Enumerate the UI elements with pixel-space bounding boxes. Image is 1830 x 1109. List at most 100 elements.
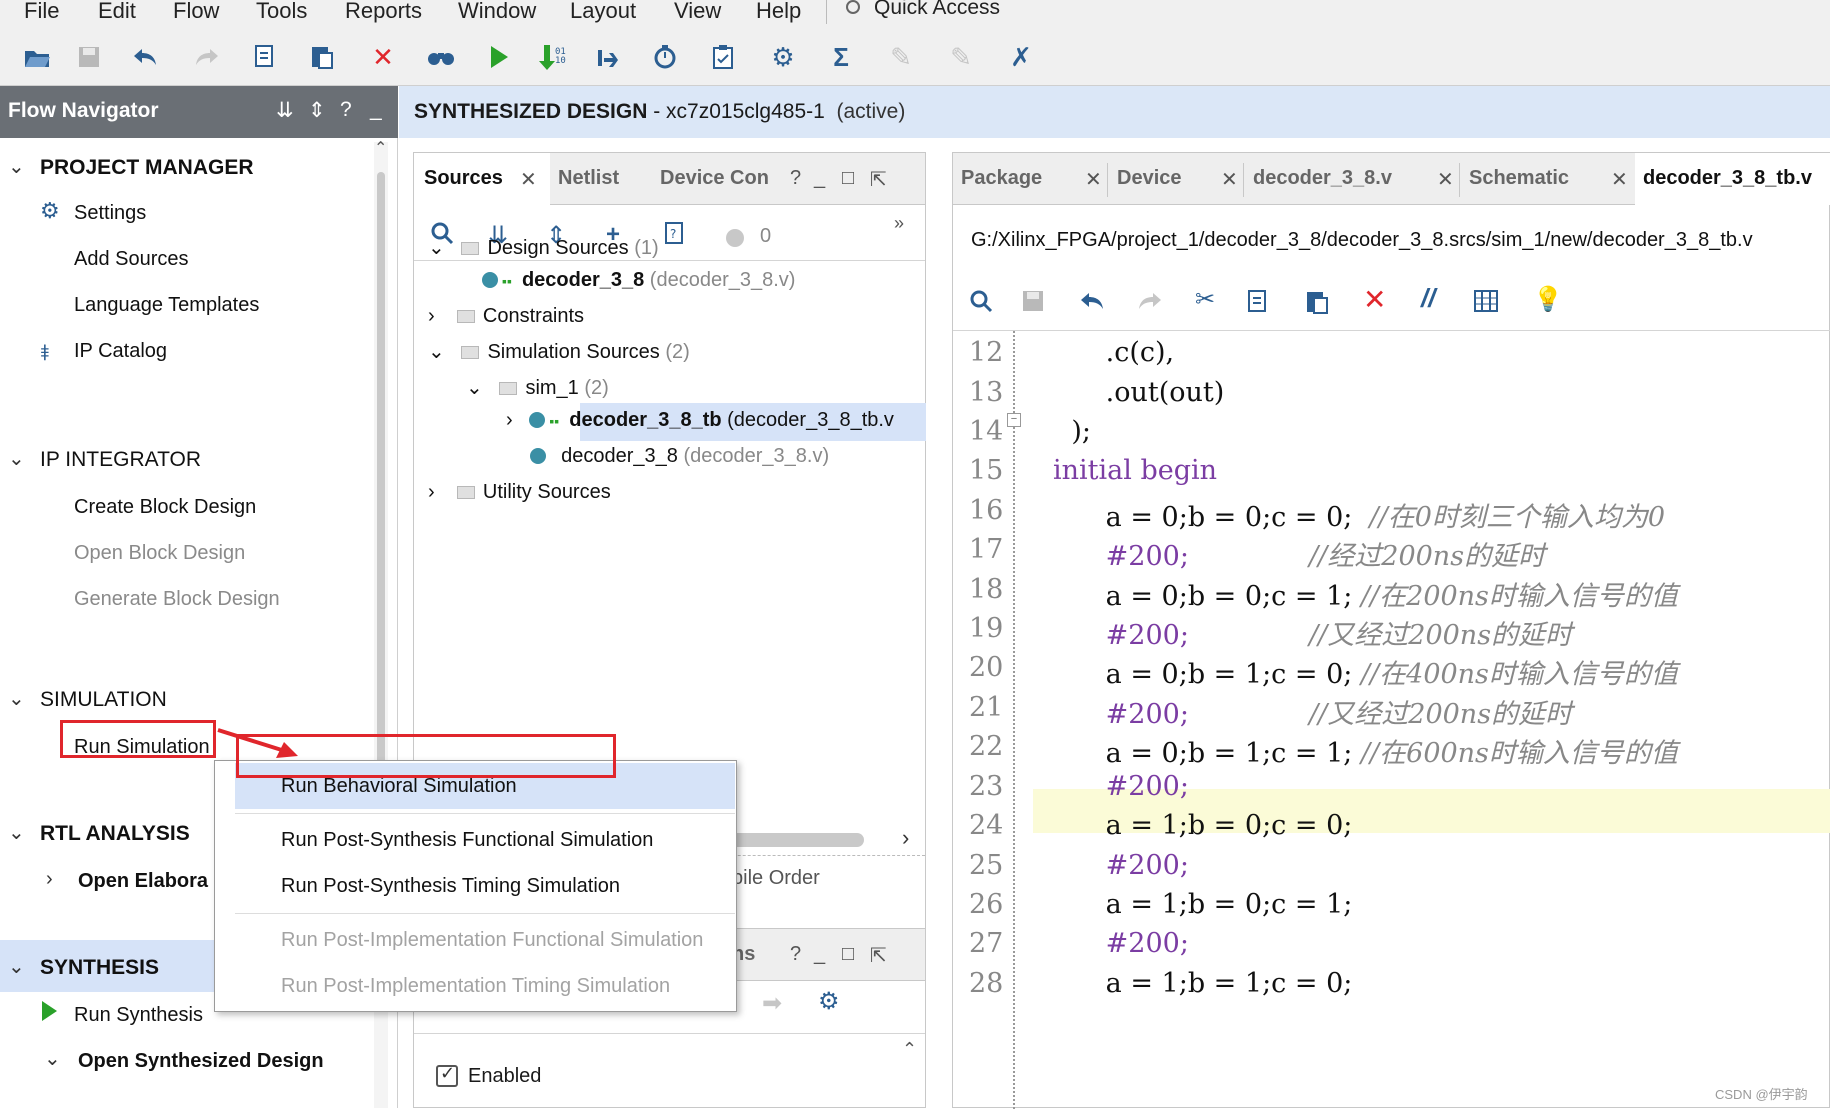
section-rtl-analysis[interactable]: RTL ANALYSIS [40, 822, 190, 846]
minimize-icon[interactable]: _ [814, 167, 825, 190]
chevron-down-icon[interactable]: ⌄ [8, 820, 25, 845]
quick-access-input[interactable]: Quick Access [840, 0, 1096, 28]
tree-row-testbench[interactable]: › ▪▪ decoder_3_8_tb (decoder_3_8_tb.v [506, 409, 894, 432]
chevron-up-icon[interactable]: ⌃ [374, 138, 387, 158]
nav-run-synthesis[interactable]: Run Synthesis [74, 1004, 203, 1027]
nav-create-block-design[interactable]: Create Block Design [74, 496, 256, 519]
disabled-tool-icon[interactable]: ✎ [884, 40, 918, 74]
close-icon[interactable]: ✕ [1221, 167, 1238, 192]
chevron-right-icon[interactable]: › [506, 409, 513, 431]
paste-icon[interactable] [1305, 289, 1329, 320]
nav-settings[interactable]: Settings [74, 202, 146, 225]
overflow-icon[interactable]: » [894, 213, 904, 234]
menu-file[interactable]: File [24, 0, 59, 24]
columns-icon[interactable] [1473, 289, 1499, 318]
menu-run-post-synth-timing[interactable]: Run Post-Synthesis Timing Simulation [281, 875, 620, 898]
close-icon[interactable]: ✕ [520, 167, 537, 192]
chevron-down-icon[interactable]: ⌄ [466, 377, 483, 399]
nav-add-sources[interactable]: Add Sources [74, 248, 189, 271]
chevron-right-icon[interactable]: › [428, 305, 435, 327]
cut-icon[interactable]: ✂ [1195, 285, 1215, 314]
debug-icon[interactable]: ✗ [1004, 40, 1038, 74]
menu-edit[interactable]: Edit [98, 0, 136, 24]
tree-row-design-sources[interactable]: ⌄ Design Sources (1) [428, 235, 659, 260]
section-synthesis[interactable]: SYNTHESIS [40, 956, 159, 980]
nav-open-elaborated[interactable]: Open Elabora [78, 870, 208, 893]
undo-icon[interactable] [128, 40, 162, 74]
tab-device-constraints[interactable]: Device Con [660, 153, 780, 205]
menu-reports[interactable]: Reports [345, 0, 422, 24]
menu-view[interactable]: View [674, 0, 721, 24]
tree-row-decoder-top[interactable]: ▪▪ decoder_3_8 (decoder_3_8.v) [482, 269, 795, 292]
nav-ip-catalog[interactable]: IP Catalog [74, 340, 167, 363]
menu-layout[interactable]: Layout [570, 0, 636, 24]
settings-icon[interactable]: ⚙ [818, 987, 840, 1016]
fold-icon[interactable]: − [1007, 413, 1021, 427]
chevron-down-icon[interactable]: ⌄ [8, 686, 25, 711]
section-simulation[interactable]: SIMULATION [40, 688, 167, 712]
help-icon[interactable]: ? [790, 943, 801, 966]
help-icon[interactable]: ? [790, 167, 801, 190]
menu-run-behavioral-simulation[interactable]: Run Behavioral Simulation [281, 775, 517, 798]
save-icon[interactable] [72, 40, 106, 74]
menu-flow[interactable]: Flow [173, 0, 219, 24]
expand-icon[interactable]: ⇕ [308, 98, 326, 123]
copy-icon[interactable] [248, 40, 282, 74]
undo-icon[interactable] [1079, 291, 1105, 316]
delete-icon[interactable]: ✕ [366, 40, 400, 74]
float-icon[interactable]: ⇱ [870, 943, 887, 968]
maximize-icon[interactable]: □ [842, 943, 854, 966]
run-icon[interactable] [482, 40, 516, 74]
tab-netlist[interactable]: Netlist [558, 153, 648, 205]
chevron-down-icon[interactable]: ⌄ [8, 954, 25, 979]
menu-help[interactable]: Help [756, 0, 801, 24]
tree-row-utility-sources[interactable]: › Utility Sources [428, 481, 611, 504]
find-icon[interactable] [424, 40, 458, 74]
tab-schematic[interactable]: Schematic [1469, 153, 1599, 205]
lightbulb-icon[interactable]: 💡 [1533, 285, 1563, 314]
chevron-down-icon[interactable]: ⌄ [428, 237, 445, 259]
close-icon[interactable]: ✕ [1611, 167, 1628, 192]
chevron-right-icon[interactable]: › [428, 481, 435, 503]
nav-open-synthesized[interactable]: Open Synthesized Design [78, 1050, 324, 1073]
section-project-manager[interactable]: PROJECT MANAGER [40, 156, 254, 180]
float-icon[interactable]: ⇱ [870, 167, 887, 192]
forward-icon[interactable]: ➡ [762, 989, 782, 1018]
paste-icon[interactable] [305, 40, 339, 74]
settings-icon[interactable]: ⚙ [766, 40, 800, 74]
chevron-up-icon[interactable]: ⌃ [902, 1039, 917, 1060]
collapse-all-icon[interactable]: ⇊ [276, 98, 294, 123]
chevron-down-icon[interactable]: ⌄ [44, 1046, 61, 1071]
nav-language-templates[interactable]: Language Templates [74, 294, 259, 317]
maximize-icon[interactable]: □ [842, 167, 854, 190]
report-icon[interactable] [706, 40, 740, 74]
sum-icon[interactable]: Σ [824, 40, 858, 74]
tree-row-constraints[interactable]: › Constraints [428, 305, 584, 328]
tree-row-decoder-sim[interactable]: decoder_3_8 (decoder_3_8.v) [530, 445, 829, 468]
minimize-icon[interactable]: _ [370, 98, 382, 122]
delete-icon[interactable]: ✕ [1363, 283, 1386, 316]
help-icon[interactable]: ? [340, 98, 352, 122]
tab-compile-order[interactable]: pile Order [732, 867, 820, 890]
save-icon[interactable] [1021, 289, 1045, 318]
redo-icon[interactable] [190, 40, 224, 74]
disabled-tool2-icon[interactable]: ✎ [944, 40, 978, 74]
copy-icon[interactable] [1247, 289, 1269, 320]
chevron-right-icon[interactable]: › [902, 825, 909, 851]
tree-row-sim-1[interactable]: ⌄ sim_1 (2) [466, 375, 609, 400]
tab-decoder-v[interactable]: decoder_3_8.v [1253, 153, 1423, 205]
chevron-down-icon[interactable]: ⌄ [8, 446, 25, 471]
comment-icon[interactable]: // [1421, 283, 1435, 314]
tree-row-sim-sources[interactable]: ⌄ Simulation Sources (2) [428, 339, 690, 364]
menu-window[interactable]: Window [458, 0, 536, 24]
menu-run-post-synth-functional[interactable]: Run Post-Synthesis Functional Simulation [281, 829, 653, 852]
menu-tools[interactable]: Tools [256, 0, 307, 24]
close-icon[interactable]: ✕ [1085, 167, 1102, 192]
tab-device[interactable]: Device [1117, 153, 1227, 205]
open-project-icon[interactable] [20, 40, 54, 74]
tab-decoder-tb[interactable]: decoder_3_8_tb.v [1635, 153, 1830, 205]
tab-package[interactable]: Package [961, 153, 1091, 205]
file-info-icon[interactable]: ? [664, 221, 684, 252]
chevron-right-icon[interactable]: › [46, 868, 53, 891]
close-icon[interactable]: ✕ [1437, 167, 1454, 192]
